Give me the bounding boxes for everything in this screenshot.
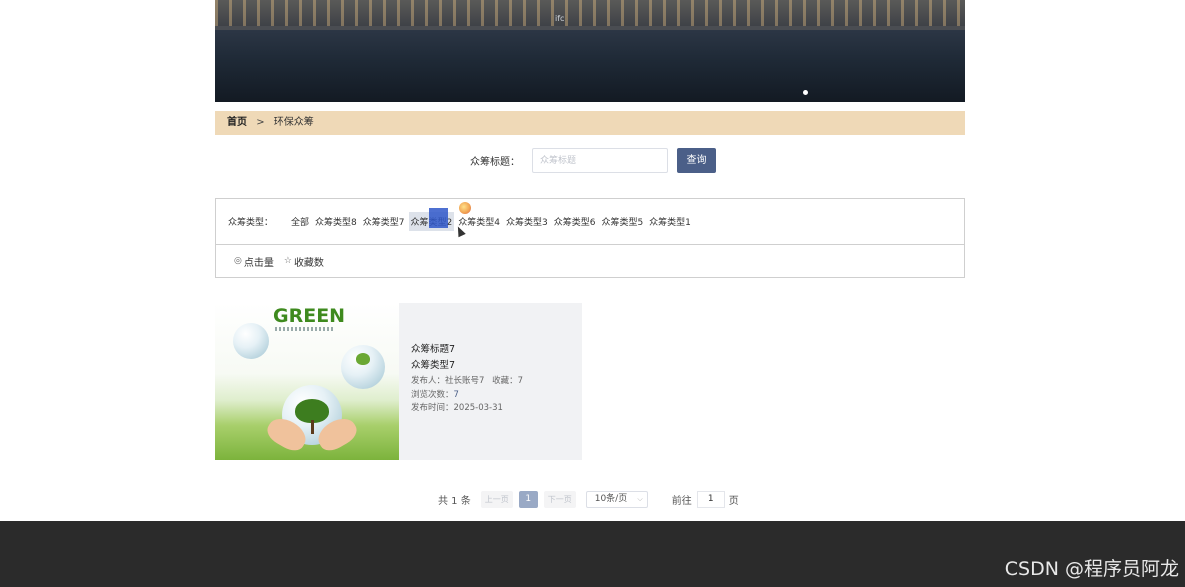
breadcrumb-current: 环保众筹 bbox=[273, 117, 314, 128]
card-meta-date: 发布时间：2025-03-31 bbox=[411, 404, 523, 413]
type-option-1[interactable]: 众筹类型1 bbox=[647, 212, 693, 231]
goto-page-input[interactable]: 1 bbox=[696, 491, 725, 508]
views-label: 浏览次数： bbox=[411, 389, 454, 400]
sort-clicks[interactable]: ◎ 点击量 bbox=[234, 254, 274, 269]
type-option-all[interactable]: 全部 bbox=[289, 212, 311, 231]
banner-carousel[interactable]: ifc bbox=[215, 0, 965, 102]
page: ifc 首页 > 环保众筹 众筹标题： 查询 众筹类型： 全部 众筹类型8 众筹… bbox=[0, 0, 1185, 587]
card-image[interactable]: GREEN bbox=[215, 303, 399, 460]
breadcrumb: 首页 > 环保众筹 bbox=[215, 111, 965, 135]
pagination-total: 共 1 条 bbox=[438, 496, 471, 507]
sort-favorites[interactable]: ☆ 收藏数 bbox=[284, 254, 324, 269]
type-option-6[interactable]: 众筹类型6 bbox=[552, 212, 598, 231]
type-option-3[interactable]: 众筹类型3 bbox=[504, 212, 550, 231]
date-label: 发布时间： bbox=[411, 403, 454, 413]
search-label: 众筹标题： bbox=[470, 157, 520, 168]
card-title[interactable]: 众筹标题7 bbox=[411, 345, 523, 355]
date-value: 2025-03-31 bbox=[453, 403, 503, 413]
sort-row: ◎ 点击量 ☆ 收藏数 bbox=[216, 245, 964, 277]
publisher-value: 社长账号7 bbox=[445, 376, 485, 386]
type-filter-row: 众筹类型： 全部 众筹类型8 众筹类型7 众筹类型2 众筹类型4 众筹类型3 众… bbox=[216, 199, 964, 245]
text-selection-highlight bbox=[429, 208, 448, 228]
breadcrumb-separator: > bbox=[256, 117, 265, 128]
orb-sprout bbox=[341, 345, 385, 389]
card-meta-publisher: 发布人：社长账号7 收藏：7 bbox=[411, 377, 523, 386]
sort-clicks-label: 点击量 bbox=[243, 257, 274, 269]
sort-favorites-label: 收藏数 bbox=[293, 257, 324, 269]
search-bar: 众筹标题： 查询 bbox=[470, 148, 716, 173]
tree-trunk bbox=[311, 420, 314, 434]
breadcrumb-home[interactable]: 首页 bbox=[227, 117, 247, 128]
eye-icon: ◎ bbox=[234, 256, 242, 266]
type-option-7[interactable]: 众筹类型7 bbox=[361, 212, 407, 231]
star-icon: ☆ bbox=[283, 256, 292, 266]
page-size-select[interactable]: 10条/页 ⌵ bbox=[585, 491, 648, 508]
card-info: 众筹标题7 众筹类型7 发布人：社长账号7 收藏：7 浏览次数：7 发布时间：2… bbox=[399, 303, 523, 460]
publisher-label: 发布人： bbox=[411, 376, 446, 386]
prev-page-button[interactable]: 上一页 bbox=[480, 491, 513, 508]
favorites-label: 收藏： bbox=[492, 376, 518, 386]
type-filter-label: 众筹类型： bbox=[228, 218, 274, 228]
carousel-indicator[interactable] bbox=[803, 90, 808, 95]
chevron-down-icon: ⌵ bbox=[637, 495, 643, 503]
card-type: 众筹类型7 bbox=[411, 359, 456, 371]
small-orb bbox=[233, 323, 269, 359]
filter-panel: 众筹类型： 全部 众筹类型8 众筹类型7 众筹类型2 众筹类型4 众筹类型3 众… bbox=[215, 198, 965, 278]
sprout bbox=[356, 353, 370, 365]
views-value: 7 bbox=[453, 389, 459, 400]
card-image-title: GREEN bbox=[273, 305, 346, 327]
card-meta-views: 浏览次数：7 bbox=[411, 389, 523, 400]
harbor-water bbox=[215, 30, 965, 102]
crowdfunding-card[interactable]: GREEN 众筹标题7 众筹类型7 发布人：社长账号7 收藏：7 浏览次数：7 … bbox=[215, 303, 582, 460]
type-option-5[interactable]: 众筹类型5 bbox=[599, 212, 645, 231]
cursor-badge-icon bbox=[459, 202, 471, 214]
search-button[interactable]: 查询 bbox=[677, 148, 716, 173]
goto-suffix: 页 bbox=[728, 496, 739, 507]
watermark: CSDN @程序员阿龙 bbox=[1004, 558, 1179, 580]
page-number-current[interactable]: 1 bbox=[518, 491, 538, 508]
pagination: 共 1 条 上一页 1 下一页 10条/页 ⌵ 前往 1 页 bbox=[438, 491, 739, 508]
favorites-value: 7 bbox=[517, 376, 524, 386]
search-input[interactable] bbox=[532, 148, 668, 173]
card-image-subtext bbox=[275, 327, 335, 331]
page-size-value: 10条/页 bbox=[594, 494, 628, 504]
banner-building-label: ifc bbox=[555, 14, 565, 23]
type-option-8[interactable]: 众筹类型8 bbox=[313, 212, 359, 231]
goto-label: 前往 bbox=[671, 496, 692, 507]
next-page-button[interactable]: 下一页 bbox=[543, 491, 576, 508]
